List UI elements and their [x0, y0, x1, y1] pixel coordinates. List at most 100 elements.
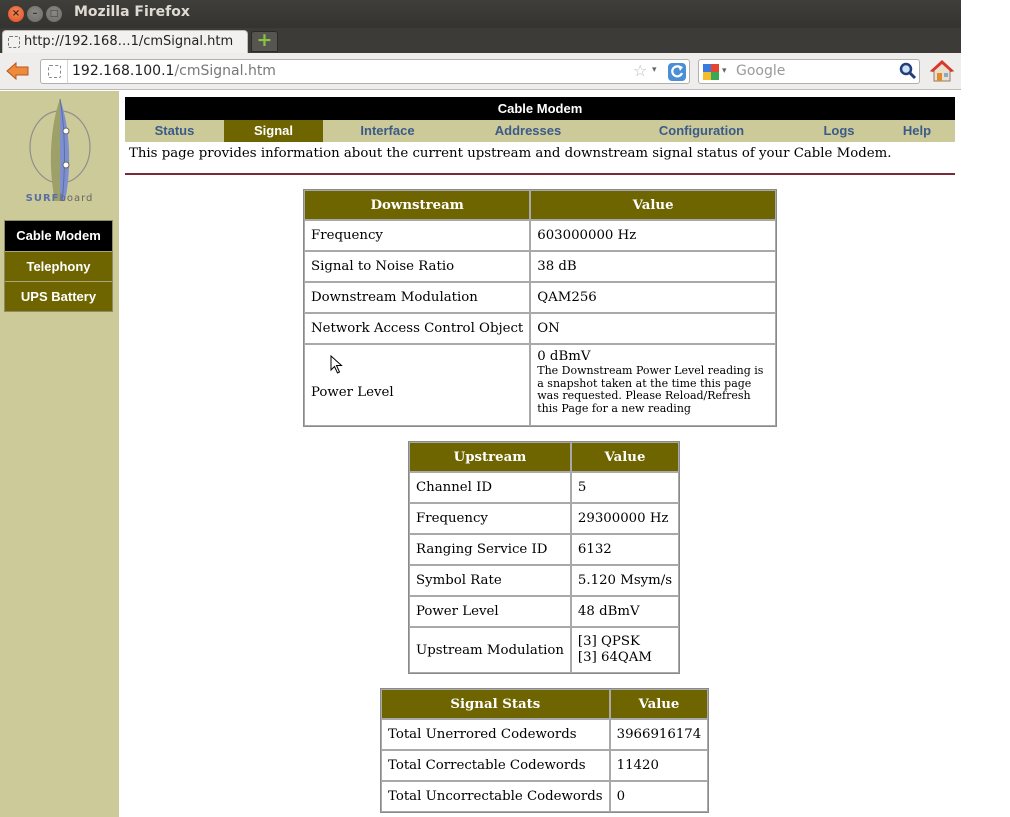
- window-minimize-button[interactable]: –: [27, 6, 43, 22]
- back-button[interactable]: [5, 60, 31, 82]
- tab-logs[interactable]: Logs: [799, 120, 879, 142]
- row-value: 11420: [609, 750, 709, 781]
- logo-text-rest: board: [59, 193, 94, 204]
- page-title: Cable Modem: [125, 97, 955, 120]
- url-host: 192.168.100.1: [72, 63, 175, 79]
- table-row: Total Uncorrectable Codewords 0: [381, 781, 709, 812]
- column-header: Signal Stats: [381, 689, 610, 719]
- table-row: Frequency 603000000 Hz: [304, 220, 776, 251]
- row-value: 603000000 Hz: [530, 220, 776, 251]
- browser-tab[interactable]: http://192.168…1/cmSignal.htm: [2, 30, 248, 53]
- search-magnifier-icon[interactable]: [899, 62, 917, 80]
- maximize-icon: □: [49, 9, 59, 19]
- row-value: 3966916174: [609, 719, 709, 750]
- row-label: Total Unerrored Codewords: [381, 719, 610, 750]
- table-row: Symbol Rate 5.120 Msym/s: [409, 565, 680, 596]
- table-row: Frequency 29300000 Hz: [409, 503, 680, 534]
- signal-stats-table: Signal Stats Value Total Unerrored Codew…: [380, 688, 710, 813]
- window-close-button[interactable]: ×: [8, 6, 24, 22]
- page-favicon-icon: [8, 36, 20, 48]
- browser-window: × – □ Mozilla Firefox http://192.168…1/c…: [0, 0, 961, 817]
- table-row: Downstream Modulation QAM256: [304, 282, 776, 313]
- table-row: Total Correctable Codewords 11420: [381, 750, 709, 781]
- table-row: Network Access Control Object ON: [304, 313, 776, 344]
- table-header-row: Upstream Value: [409, 442, 680, 472]
- column-header: Value: [570, 442, 680, 472]
- window-maximize-button[interactable]: □: [46, 6, 62, 22]
- bookmark-star-icon[interactable]: ☆: [633, 61, 647, 80]
- sidebar: SURFboard Cable Modem Telephony UPS Batt…: [0, 91, 119, 817]
- page-content: SURFboard Cable Modem Telephony UPS Batt…: [0, 91, 961, 817]
- row-label: Downstream Modulation: [304, 282, 531, 313]
- surfboard-logo-text: SURFboard: [0, 193, 119, 204]
- google-engine-icon[interactable]: [703, 64, 719, 80]
- tab-bar: http://192.168…1/cmSignal.htm +: [0, 28, 961, 53]
- row-value: [3] QPSK [3] 64QAM: [570, 627, 680, 673]
- tab-interface[interactable]: Interface: [323, 120, 452, 142]
- table-row: Ranging Service ID 6132: [409, 534, 680, 565]
- row-value: 0: [609, 781, 709, 812]
- table-row: Power Level 48 dBmV: [409, 596, 680, 627]
- intro-text: This page provides information about the…: [129, 146, 892, 161]
- row-value: 38 dB: [530, 251, 776, 282]
- history-dropdown-icon[interactable]: ▾: [652, 65, 657, 75]
- row-label: Ranging Service ID: [409, 534, 571, 565]
- table-header-row: Signal Stats Value: [381, 689, 709, 719]
- row-value: 48 dBmV: [570, 596, 680, 627]
- table-row: Channel ID 5: [409, 472, 680, 503]
- row-value: ON: [530, 313, 776, 344]
- row-label: Frequency: [409, 503, 571, 534]
- tab-signal[interactable]: Signal: [224, 120, 323, 142]
- logo-text-bold: SURF: [25, 193, 60, 204]
- plus-icon: +: [256, 29, 273, 51]
- search-bar[interactable]: ▾ Google: [698, 59, 920, 84]
- tab-addresses[interactable]: Addresses: [452, 120, 604, 142]
- table-row: Signal to Noise Ratio 38 dB: [304, 251, 776, 282]
- row-value: 5.120 Msym/s: [570, 565, 680, 596]
- row-value: QAM256: [530, 282, 776, 313]
- url-text[interactable]: 192.168.100.1/cmSignal.htm: [72, 63, 276, 79]
- row-label: Symbol Rate: [409, 565, 571, 596]
- close-icon: ×: [11, 8, 21, 19]
- row-value: 0 dBmV The Downstream Power Level readin…: [530, 344, 776, 426]
- mouse-cursor-icon: [330, 355, 343, 374]
- url-separator: [67, 60, 68, 83]
- row-label: Frequency: [304, 220, 531, 251]
- search-input[interactable]: Google: [736, 63, 785, 79]
- url-path: /cmSignal.htm: [174, 63, 276, 79]
- url-bar[interactable]: 192.168.100.1/cmSignal.htm ☆ ▾: [40, 59, 690, 84]
- sidebar-item-telephony[interactable]: Telephony: [5, 251, 112, 281]
- sidebar-item-cable-modem[interactable]: Cable Modem: [5, 221, 112, 251]
- column-header: Value: [609, 689, 709, 719]
- row-label: Upstream Modulation: [409, 627, 571, 673]
- search-engine-dropdown-icon[interactable]: ▾: [722, 66, 727, 76]
- upstream-table: Upstream Value Channel ID 5 Frequency 29…: [408, 441, 681, 674]
- table-row: Upstream Modulation [3] QPSK [3] 64QAM: [409, 627, 680, 673]
- row-label: Channel ID: [409, 472, 571, 503]
- tab-label: http://192.168…1/cmSignal.htm: [24, 34, 234, 49]
- column-header: Value: [530, 190, 776, 220]
- table-header-row: Downstream Value: [304, 190, 776, 220]
- downstream-table: Downstream Value Frequency 603000000 Hz …: [303, 189, 777, 427]
- modulation-line: [3] QPSK: [577, 634, 640, 649]
- site-identity-icon: [48, 65, 61, 78]
- row-label: Total Correctable Codewords: [381, 750, 610, 781]
- top-navigation: Status Signal Interface Addresses Config…: [125, 120, 955, 142]
- home-icon[interactable]: [929, 58, 955, 84]
- tab-status[interactable]: Status: [125, 120, 224, 142]
- row-label: Power Level: [409, 596, 571, 627]
- sidebar-menu: Cable Modem Telephony UPS Battery: [4, 220, 113, 312]
- tab-configuration[interactable]: Configuration: [604, 120, 799, 142]
- reload-icon[interactable]: [667, 62, 687, 82]
- sidebar-item-ups-battery[interactable]: UPS Battery: [5, 281, 112, 311]
- column-header: Downstream: [304, 190, 531, 220]
- navigation-toolbar: 192.168.100.1/cmSignal.htm ☆ ▾ ▾ Google: [0, 53, 961, 90]
- modulation-line: [3] 64QAM: [577, 650, 653, 665]
- new-tab-button[interactable]: +: [251, 29, 278, 52]
- row-label: Network Access Control Object: [304, 313, 531, 344]
- power-level-note: The Downstream Power Level reading is a …: [537, 364, 764, 415]
- minimize-icon: –: [32, 8, 38, 19]
- tab-help[interactable]: Help: [879, 120, 955, 142]
- table-row: Power Level 0 dBmV The Downstream Power …: [304, 344, 776, 426]
- row-label: Total Uncorrectable Codewords: [381, 781, 610, 812]
